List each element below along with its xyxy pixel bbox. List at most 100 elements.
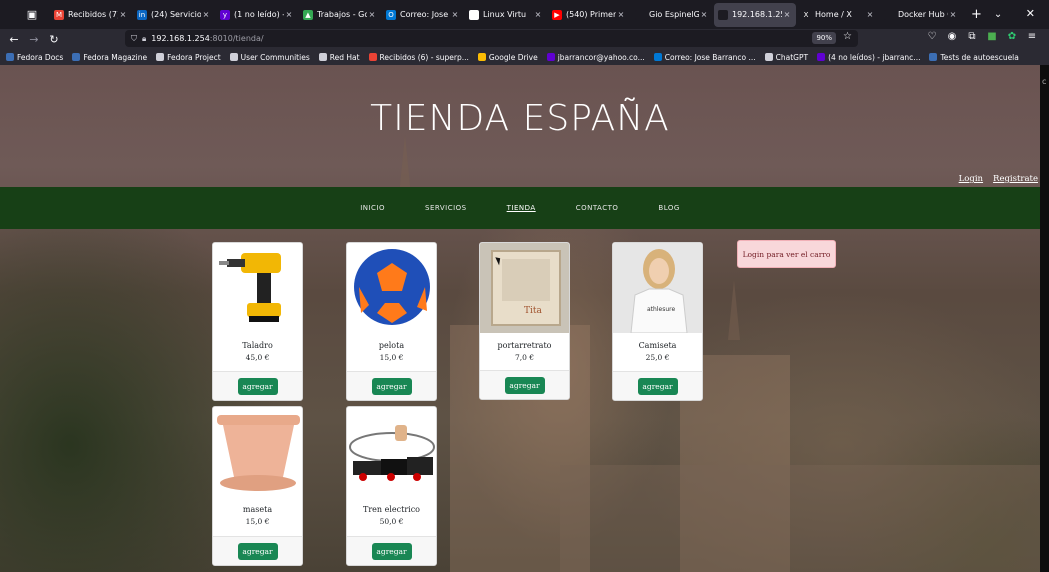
tab-favicon-icon: y: [220, 9, 230, 20]
login-link[interactable]: Login: [959, 174, 983, 184]
bookmark-item[interactable]: ChatGPT: [764, 53, 808, 62]
tab-close-icon[interactable]: ×: [367, 10, 377, 19]
browser-tab[interactable]: 192.168.1.254:8(×: [714, 2, 796, 27]
bookmark-item[interactable]: Correo: Jose Barranco ...: [653, 52, 756, 62]
product-price: 7,0 €: [514, 353, 535, 362]
tab-title: (1 no leído) - j: [234, 10, 284, 19]
tab-favicon-icon: M: [54, 9, 64, 20]
bookmark-label: Google Drive: [488, 52, 538, 62]
bookmark-item[interactable]: User Communities: [229, 53, 310, 62]
extensions-icon[interactable]: ⧉: [967, 31, 977, 42]
browser-tab[interactable]: y (1 no leído) - j×: [216, 3, 298, 27]
add-to-cart-button[interactable]: agregar: [504, 376, 545, 394]
browser-tab[interactable]: X Home / X ×: [797, 3, 879, 27]
bookmark-favicon-icon: [156, 53, 165, 61]
pocket-icon[interactable]: ♡: [927, 31, 937, 42]
window-close-icon[interactable]: ✕: [1026, 7, 1035, 20]
menu-icon[interactable]: ≡: [1027, 31, 1037, 42]
navigation-toolbar: ← → ↻ ⛉ 🔒︎ 192.168.1.254 :8010/tienda/ 9…: [0, 29, 1049, 49]
browser-tab[interactable]: ▲ Trabajos - Go ×: [299, 3, 381, 27]
tab-close-icon[interactable]: ×: [450, 10, 460, 19]
add-to-cart-button[interactable]: agregar: [237, 377, 278, 395]
tab-close-icon[interactable]: ×: [699, 10, 709, 19]
bookmark-favicon-icon: [72, 53, 81, 61]
product-price: 45,0 €: [245, 353, 270, 362]
tab-close-icon[interactable]: ×: [616, 10, 626, 19]
tab-close-icon[interactable]: ×: [201, 10, 211, 19]
bookmark-item[interactable]: Fedora Magazine: [72, 53, 147, 62]
reload-icon[interactable]: ↻: [44, 33, 64, 46]
tab-list-icon[interactable]: ▣: [20, 3, 44, 27]
product-name: pelota: [378, 341, 405, 350]
product-name: Camiseta: [638, 341, 677, 350]
nav-item-contacto[interactable]: CONTACTO: [556, 204, 639, 212]
bookmark-item[interactable]: Fedora Project: [156, 53, 221, 62]
tab-close-icon[interactable]: ×: [118, 10, 128, 19]
lock-icon[interactable]: 🔒︎: [142, 34, 146, 44]
nav-item-inicio[interactable]: INICIO: [340, 204, 405, 212]
shield-icon[interactable]: ⛉: [131, 34, 137, 44]
nav-item-servicios[interactable]: SERVICIOS: [405, 204, 487, 212]
tab-close-icon[interactable]: ×: [948, 10, 958, 19]
window-edge: c: [1040, 65, 1049, 572]
bookmark-label: Fedora Project: [167, 52, 221, 62]
add-to-cart-button[interactable]: agregar: [371, 542, 412, 560]
account-icon[interactable]: ◉: [947, 31, 957, 42]
browser-tab[interactable]: Docker Hub C ×: [880, 3, 962, 27]
product-card-footer: agregar: [213, 536, 302, 565]
nav-item-tienda[interactable]: TIENDA: [487, 204, 556, 212]
product-image-tshirt: athlesure: [613, 243, 702, 333]
product-card-footer: agregar: [347, 536, 436, 565]
product-image-pot: [213, 407, 302, 497]
bookmark-item[interactable]: Recibidos (6) - superp...: [368, 52, 469, 62]
product-card: Tren electrico 50,0 € agregar: [346, 406, 437, 566]
browser-tab[interactable]: in (24) Servicios ×: [133, 3, 215, 27]
nav-item-blog[interactable]: BLOG: [638, 204, 699, 212]
chevron-down-icon[interactable]: ⌄: [994, 9, 1002, 20]
tab-close-icon[interactable]: ×: [782, 10, 792, 19]
bookmark-star-icon[interactable]: ☆: [843, 31, 852, 42]
browser-tab[interactable]: ◉ Linux Virtu ×: [465, 3, 547, 27]
tab-favicon-icon: in: [137, 9, 147, 20]
tab-close-icon[interactable]: ×: [284, 10, 294, 19]
tab-title: 192.168.1.254:8(: [732, 10, 782, 19]
tab-title: Docker Hub C: [898, 10, 948, 19]
tab-favicon-icon: X: [801, 9, 811, 20]
tab-favicon-icon: ▲: [303, 9, 313, 20]
bookmark-item[interactable]: Fedora Docs: [6, 53, 63, 62]
product-image-frame: Tita: [480, 243, 569, 333]
bookmark-label: Fedora Magazine: [83, 52, 148, 62]
bookmark-label: Recibidos (6) - superp...: [379, 52, 469, 62]
tab-close-icon[interactable]: ×: [865, 10, 875, 19]
product-card: Tita portarretrato 7,0 € agregar: [479, 242, 570, 400]
register-link[interactable]: Registrate: [993, 174, 1038, 184]
browser-tab[interactable]: M Recibidos (7) ·×: [50, 3, 132, 27]
zoom-level[interactable]: 90%: [812, 32, 836, 44]
tab-title: Home / X: [815, 10, 852, 19]
url-bar[interactable]: ⛉ 🔒︎ 192.168.1.254 :8010/tienda/ 90% ☆: [125, 30, 858, 47]
bookmark-item[interactable]: (4 no leídos) - jbarranc...: [817, 53, 920, 62]
browser-tab[interactable]: O Correo: Jose B×: [382, 3, 464, 27]
product-price: 15,0 €: [379, 353, 404, 362]
product-image-drill: [213, 243, 302, 333]
add-to-cart-button[interactable]: agregar: [371, 377, 412, 395]
browser-tab[interactable]: ▶ (540) Primera ×: [548, 3, 630, 27]
add-to-cart-button[interactable]: agregar: [637, 377, 678, 395]
bookmark-item[interactable]: Google Drive: [477, 52, 538, 62]
bookmark-item[interactable]: jbarrancor@yahoo.co...: [546, 53, 645, 62]
extension-green-icon[interactable]: ■: [987, 31, 997, 42]
tab-close-icon[interactable]: ×: [533, 10, 543, 19]
tab-title: Linux Virtu: [483, 10, 527, 19]
bookmark-item[interactable]: Red Hat: [318, 53, 360, 62]
bookmark-favicon-icon: [764, 53, 773, 61]
back-arrow-icon[interactable]: ←: [4, 33, 24, 46]
new-tab-icon[interactable]: +: [971, 7, 982, 22]
url-path: :8010/tienda/: [209, 34, 264, 43]
extension-leaf-icon[interactable]: ✿: [1007, 31, 1017, 42]
browser-tab[interactable]: Gio EspinelGrou×: [631, 3, 713, 27]
add-to-cart-button[interactable]: agregar: [237, 542, 278, 560]
product-card-footer: agregar: [480, 370, 569, 399]
forward-arrow-icon[interactable]: →: [24, 33, 44, 46]
bookmark-item[interactable]: Tests de autoescuela: [929, 53, 1019, 62]
bookmark-label: Correo: Jose Barranco ...: [664, 52, 756, 62]
